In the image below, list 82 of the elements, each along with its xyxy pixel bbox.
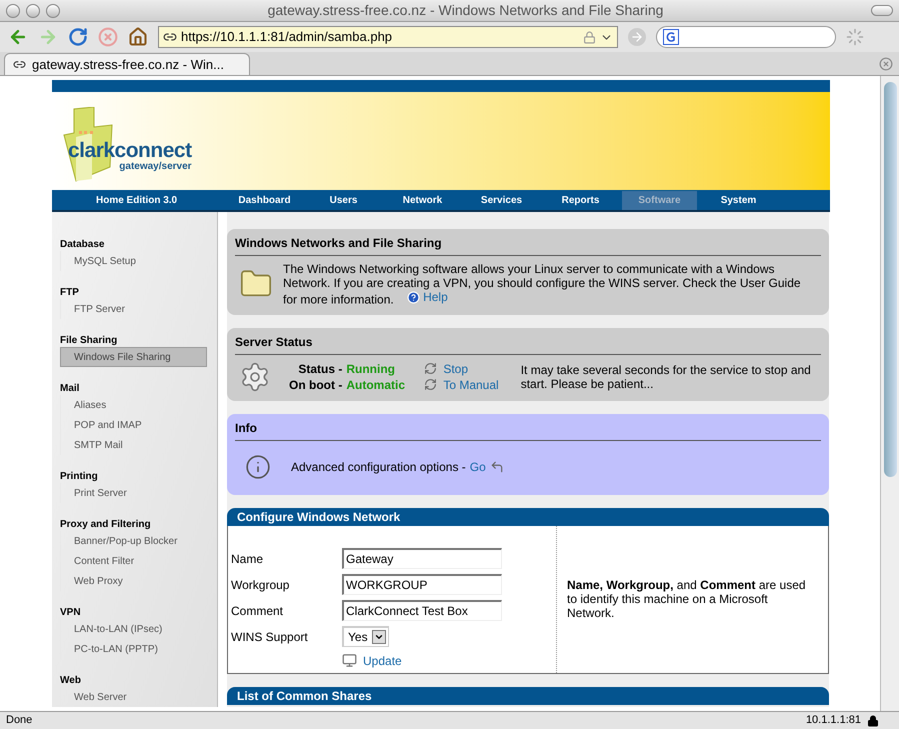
refresh-icon bbox=[424, 378, 438, 391]
update-button[interactable]: Update bbox=[342, 652, 556, 670]
help-link[interactable]: Help bbox=[407, 290, 448, 304]
text-input[interactable]: ClarkConnect Test Box bbox=[342, 600, 502, 621]
sidebar-item[interactable]: PC-to-LAN (PPTP) bbox=[60, 639, 207, 659]
field-label: WINS Support bbox=[231, 628, 309, 646]
nav-item[interactable]: Services bbox=[464, 190, 539, 210]
tab-label: gateway.stress-free.co.nz - Win... bbox=[32, 56, 224, 74]
sidebar-item[interactable]: LAN-to-LAN (IPsec) bbox=[60, 619, 207, 639]
sidebar-item[interactable]: POP and IMAP bbox=[60, 415, 207, 435]
scrollbar-thumb[interactable] bbox=[884, 82, 896, 477]
address-field[interactable]: https://10.1.1.1:81/admin/samba.php bbox=[158, 26, 618, 48]
return-arrow-icon bbox=[490, 460, 504, 474]
sidebar-heading: Proxy and Filtering bbox=[60, 519, 152, 531]
action-link[interactable]: Stop bbox=[424, 360, 499, 376]
select-dropdown[interactable]: Yes bbox=[342, 626, 389, 647]
back-icon[interactable] bbox=[8, 27, 28, 47]
stop-icon[interactable] bbox=[98, 27, 118, 47]
intro-text: The Windows Networking software allows your Linux server to communicate with a Windows Network. If you are creating a VPN, you should configure the WINS server. Check the User Guide for more information. Help bbox=[283, 262, 802, 306]
window-title: gateway.stress-free.co.nz - Windows Networks and File Sharing bbox=[266, 1, 664, 20]
panel-title: Configure Windows Network bbox=[237, 508, 400, 526]
nav-item[interactable]: Users bbox=[306, 190, 381, 210]
search-field[interactable] bbox=[656, 26, 836, 48]
status-value: Automatic bbox=[346, 376, 406, 394]
search-engine-icon[interactable] bbox=[663, 29, 679, 45]
sidebar-item[interactable]: Web Proxy bbox=[60, 571, 207, 591]
sidebar-item[interactable]: FTP Server bbox=[60, 299, 207, 319]
sidebar-heading: Database bbox=[60, 239, 106, 251]
field-label: Name bbox=[231, 550, 264, 568]
panel-title: List of Common Shares bbox=[237, 688, 372, 704]
sidebar-heading: Printing bbox=[60, 471, 99, 483]
close-tab-icon[interactable] bbox=[879, 57, 893, 71]
action-link[interactable]: To Manual bbox=[424, 376, 499, 392]
refresh-icon bbox=[424, 362, 438, 375]
nav-item[interactable]: Reports bbox=[543, 190, 618, 210]
window-control-button[interactable] bbox=[6, 4, 20, 18]
window-control-button[interactable] bbox=[46, 4, 60, 18]
sidebar-item[interactable]: Web Server bbox=[60, 687, 207, 707]
edition-label: Home Edition 3.0 bbox=[95, 194, 178, 208]
status-label: Status - bbox=[298, 360, 342, 378]
lock-icon bbox=[583, 30, 596, 44]
panel-title: Server Status bbox=[235, 334, 312, 348]
sidebar-heading: FTP bbox=[60, 287, 80, 299]
sidebar-item[interactable]: Content Filter bbox=[60, 551, 207, 571]
panel-title: Windows Networks and File Sharing bbox=[235, 236, 442, 250]
sidebar-heading: File Sharing bbox=[60, 335, 118, 347]
sidebar-heading: VPN bbox=[60, 607, 82, 619]
text-input[interactable]: Gateway bbox=[342, 548, 502, 569]
sidebar-heading: Web bbox=[60, 675, 82, 687]
status-note: It may take several seconds for the service to stop and start. Please be patient... bbox=[520, 362, 812, 390]
host-text: 10.1.1.1:81 bbox=[806, 713, 861, 728]
url-text: https://10.1.1.1:81/admin/samba.php bbox=[181, 28, 394, 46]
browser-tab[interactable]: gateway.stress-free.co.nz - Win... bbox=[4, 53, 250, 75]
go-link[interactable]: Go bbox=[470, 458, 504, 476]
sidebar-item[interactable]: Print Server bbox=[60, 483, 207, 503]
sidebar-heading: Mail bbox=[60, 383, 80, 395]
brand-tagline: gateway/server bbox=[119, 161, 192, 172]
help-icon bbox=[407, 290, 420, 304]
sidebar-item[interactable]: Windows File Sharing bbox=[60, 347, 207, 367]
reload-icon[interactable] bbox=[68, 27, 88, 47]
computer-icon bbox=[342, 653, 357, 668]
sidebar-item[interactable]: SMTP Mail bbox=[60, 435, 207, 455]
window-control-button[interactable] bbox=[26, 4, 40, 18]
status-value: Running bbox=[346, 360, 396, 378]
nav-item[interactable]: Dashboard bbox=[227, 190, 302, 210]
nav-item[interactable]: System bbox=[701, 190, 776, 210]
field-label: Comment bbox=[231, 602, 284, 620]
sidebar-item[interactable]: MySQL Setup bbox=[60, 251, 207, 271]
configure-note: Name, Workgroup, and Comment are used to identify this machine on a Microsoft Network. bbox=[567, 578, 807, 620]
sidebar-item[interactable]: Banner/Pop-up Blocker bbox=[60, 531, 207, 551]
home-icon[interactable] bbox=[128, 27, 148, 47]
status-label: On boot - bbox=[289, 376, 342, 394]
toolbar-toggle-button[interactable] bbox=[871, 5, 893, 16]
throbber-icon bbox=[846, 28, 864, 46]
panel-title: Info bbox=[235, 420, 257, 434]
info-text: Advanced configuration options - bbox=[291, 458, 466, 476]
nav-item[interactable]: Network bbox=[385, 190, 460, 210]
status-text: Done bbox=[6, 713, 34, 728]
text-input[interactable]: WORKGROUP bbox=[342, 574, 502, 595]
field-label: Workgroup bbox=[231, 576, 290, 594]
sidebar-item[interactable]: Aliases bbox=[60, 395, 207, 415]
lock-icon bbox=[867, 714, 879, 726]
